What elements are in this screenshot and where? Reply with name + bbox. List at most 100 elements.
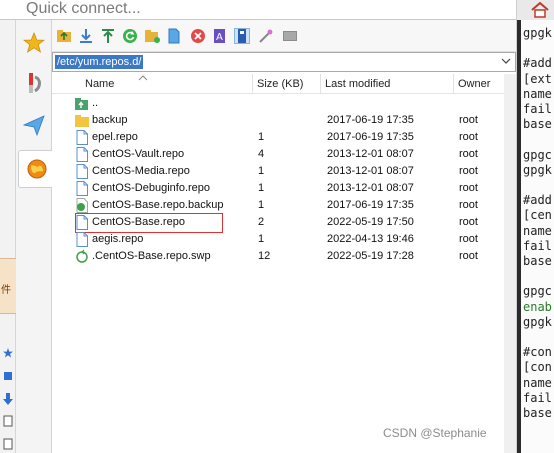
terminal-line: [ext [523, 71, 552, 86]
document-small-icon-2 [3, 438, 13, 450]
square-blue-icon [3, 371, 13, 383]
refresh-button[interactable] [122, 28, 138, 44]
file-size: 1 [258, 182, 265, 194]
file-row[interactable]: CentOS-Base.repo.backup 1 2017-06-19 17:35… [52, 197, 516, 214]
terminal-pane[interactable]: gpgk #add [ext name fail base gpgc gpgk #add [cen… [516, 0, 554, 453]
column-name[interactable]: Name [66, 74, 253, 94]
column-modified[interactable]: Last modified [321, 74, 454, 94]
file-row[interactable]: CentOS-Base.repo 2 2022-05-19 17:50 root [52, 213, 516, 233]
tools-icon [29, 73, 41, 93]
quick-connect-input[interactable] [26, 0, 506, 20]
file-row[interactable]: CentOS-Media.repo 1 2013-12-01 08:07 root [52, 163, 516, 180]
terminal-line: #add [523, 193, 552, 208]
terminal-line: name [523, 375, 552, 390]
file-name: CentOS-Media.repo [92, 165, 190, 177]
terminal-line: [con [523, 360, 552, 375]
tab-favorites[interactable] [18, 24, 50, 62]
tab-send[interactable] [18, 106, 50, 144]
terminal-line: enab [523, 299, 552, 314]
properties-button[interactable] [234, 28, 250, 44]
file-modified: 2013-12-01 08:07 [327, 182, 414, 194]
side-tab-panel [16, 20, 54, 453]
terminal-line: fail [523, 238, 552, 253]
column-size[interactable]: Size (KB) [253, 74, 321, 94]
file-manager: A /etc/yum.repos.d/ Name Size (KB) Last … [52, 20, 516, 453]
new-file-button[interactable] [166, 28, 182, 44]
delete-button[interactable] [190, 28, 206, 44]
file-owner: root [459, 216, 478, 228]
terminal-button[interactable] [282, 28, 298, 44]
path-value[interactable]: /etc/yum.repos.d/ [55, 55, 144, 69]
file-row[interactable]: .CentOS-Base.repo.swp 12 2022-05-19 17:28 r… [52, 248, 516, 265]
file-modified: 2013-12-01 08:07 [327, 165, 414, 177]
file-owner: root [459, 131, 478, 143]
terminal-line: #con [523, 345, 552, 360]
file-name: CentOS-Base.repo.backup [92, 199, 224, 211]
file-size: 1 [258, 131, 265, 143]
star-icon [23, 32, 45, 53]
file-modified: 2022-05-19 17:28 [327, 250, 414, 262]
terminal-line: fail [523, 390, 552, 405]
chevron-down-icon[interactable] [501, 56, 511, 66]
svg-text:A: A [216, 32, 223, 43]
magic-wand-icon [259, 29, 273, 43]
globe-icon [27, 159, 46, 179]
file-row[interactable]: CentOS-Vault.repo 4 2013-12-01 08:07 root [52, 146, 516, 163]
terminal-line: base [523, 406, 552, 420]
tab-tools[interactable] [18, 64, 50, 102]
terminal-line: gpgc [523, 284, 552, 299]
star-small-icon [3, 348, 13, 360]
new-folder-button[interactable] [144, 28, 160, 44]
left-strip-label: 件 [1, 285, 11, 296]
file-row[interactable]: backup 2017-06-19 17:35 root [52, 112, 516, 129]
terminal-line: fail [523, 102, 552, 116]
file-size: 4 [258, 148, 265, 160]
file-icon [75, 130, 89, 145]
sort-arrow-icon [138, 75, 148, 81]
left-strip-tab[interactable]: 件 [0, 258, 16, 314]
terminal-line: base [523, 254, 552, 268]
file-name: aegis.repo [92, 233, 144, 245]
file-size: 1 [258, 199, 265, 211]
rename-button[interactable]: A [212, 28, 228, 44]
file-name: .CentOS-Base.repo.swp [92, 250, 211, 262]
document-small-icon [3, 415, 13, 427]
edit-button[interactable] [258, 28, 274, 44]
file-icon [75, 164, 89, 179]
refresh-icon [123, 29, 137, 43]
terminal-line: gpgk [523, 314, 552, 329]
file-name: .. [92, 97, 99, 109]
upload-icon [102, 29, 114, 43]
home-icon[interactable] [531, 2, 549, 18]
file-owner: root [459, 250, 478, 262]
file-modified: 2017-06-19 17:35 [327, 114, 414, 126]
file-row[interactable]: epel.repo 1 2017-06-19 17:35 root [52, 129, 516, 146]
file-name: backup [92, 114, 128, 126]
file-toolbar: A [52, 20, 516, 52]
left-window-strip: 件 [0, 20, 16, 453]
parent-directory-button[interactable] [56, 28, 72, 44]
file-row[interactable]: .. [52, 95, 516, 112]
file-modified: 2022-04-13 19:46 [327, 233, 414, 245]
file-list: .. backup 2017-06-19 17:35 root epel.repo 1 20… [52, 95, 516, 265]
terminal-icon [283, 31, 297, 41]
properties-icon [238, 29, 246, 43]
terminal-line: gpgk [523, 162, 552, 177]
file-row[interactable]: CentOS-Debuginfo.repo 1 2013-12-01 08:07 ro… [52, 180, 516, 197]
watermark: CSDN @Stephanie [383, 426, 487, 440]
vertical-scrollbar[interactable] [504, 74, 516, 453]
folder-icon [75, 113, 89, 128]
file-name: epel.repo [92, 131, 138, 143]
file-list-header: Name Size (KB) Last modified Owner [52, 74, 516, 94]
file-size: 1 [258, 233, 265, 245]
arrow-down-blue-icon [3, 393, 13, 405]
tab-sftp[interactable] [18, 150, 54, 188]
file-icon [75, 147, 89, 162]
column-owner[interactable]: Owner [454, 74, 504, 94]
download-button[interactable] [78, 28, 94, 44]
file-modified: 2013-12-01 08:07 [327, 148, 414, 160]
path-field[interactable]: /etc/yum.repos.d/ [52, 52, 516, 72]
file-row[interactable]: aegis.repo 1 2022-04-13 19:46 root [52, 231, 516, 248]
file-owner: root [459, 199, 478, 211]
upload-button[interactable] [100, 28, 116, 44]
